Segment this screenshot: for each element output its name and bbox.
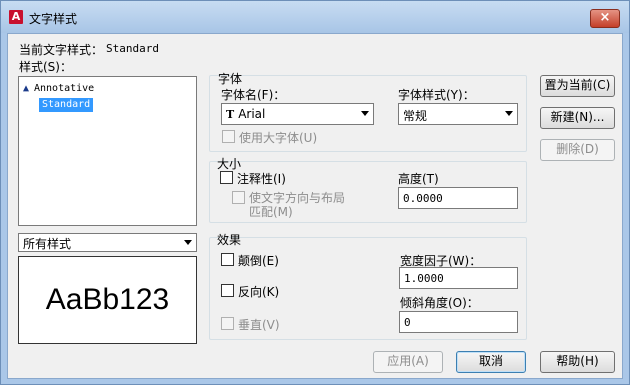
title-bar[interactable]: A 文字样式 × (1, 1, 629, 33)
current-style-value: Standard (106, 42, 159, 55)
upside-down-label: 颠倒(E) (238, 254, 279, 268)
backwards-checkbox[interactable] (221, 284, 234, 297)
autocad-a-icon: A (9, 10, 23, 24)
annotative-icon: ▲ (23, 83, 30, 94)
dialog-body: 当前文字样式： Standard 样式(S)： ▲ Annotative Stan… (7, 33, 623, 379)
annotative-label: 注释性(I) (237, 172, 286, 186)
window-title: 文字样式 (29, 12, 78, 26)
cancel-button[interactable]: 取消 (456, 351, 526, 373)
preview-text: AaBb123 (45, 283, 170, 316)
styles-list[interactable]: ▲ Annotative Standard (18, 76, 197, 226)
text-style-dialog: A 文字样式 × 当前文字样式： Standard 样式(S)： ▲ Annota… (0, 0, 630, 385)
font-name-label: 字体名(F)： (221, 88, 286, 102)
backwards-label: 反向(K) (238, 285, 280, 299)
apply-button[interactable]: 应用(A) (373, 351, 443, 373)
use-big-font-checkbox[interactable] (222, 130, 235, 143)
style-item-standard[interactable]: Standard (39, 98, 94, 112)
help-button[interactable]: 帮助(H) (540, 351, 615, 373)
effects-group-label: 效果 (217, 233, 242, 247)
font-group-label: 字体 (218, 72, 243, 86)
font-name-select[interactable]: T Arial (221, 103, 374, 125)
style-item-annotative[interactable]: ▲ Annotative (23, 82, 94, 96)
current-style-label: 当前文字样式： (19, 43, 104, 57)
match-orientation-checkbox[interactable] (232, 191, 245, 204)
set-current-button[interactable]: 置为当前(C) (540, 75, 615, 97)
truetype-icon: T (226, 108, 235, 121)
chevron-down-icon (361, 111, 369, 116)
oblique-angle-input[interactable]: 0 (399, 311, 518, 333)
height-input[interactable]: 0.0000 (398, 187, 518, 209)
close-button[interactable]: × (590, 9, 620, 28)
oblique-angle-label: 倾斜角度(O)： (400, 296, 479, 310)
styles-label: 样式(S)： (19, 60, 72, 74)
height-label: 高度(T) (398, 172, 439, 186)
width-factor-input[interactable]: 1.0000 (399, 267, 518, 289)
vertical-label: 垂直(V) (238, 318, 280, 332)
new-style-button[interactable]: 新建(N)... (540, 107, 615, 129)
chevron-down-icon (505, 111, 513, 116)
chevron-down-icon (184, 240, 192, 245)
style-filter-select[interactable]: 所有样式 (18, 233, 197, 252)
font-style-label: 字体样式(Y)： (398, 88, 475, 102)
preview-panel: AaBb123 (18, 256, 197, 344)
vertical-checkbox[interactable] (221, 317, 234, 330)
upside-down-checkbox[interactable] (221, 253, 234, 266)
annotative-checkbox[interactable] (220, 171, 233, 184)
delete-style-button[interactable]: 删除(D) (540, 139, 615, 161)
font-style-select[interactable]: 常规 (398, 103, 518, 125)
match-orientation-label-line2: 匹配(M) (249, 205, 293, 219)
use-big-font-label: 使用大字体(U) (239, 131, 318, 145)
